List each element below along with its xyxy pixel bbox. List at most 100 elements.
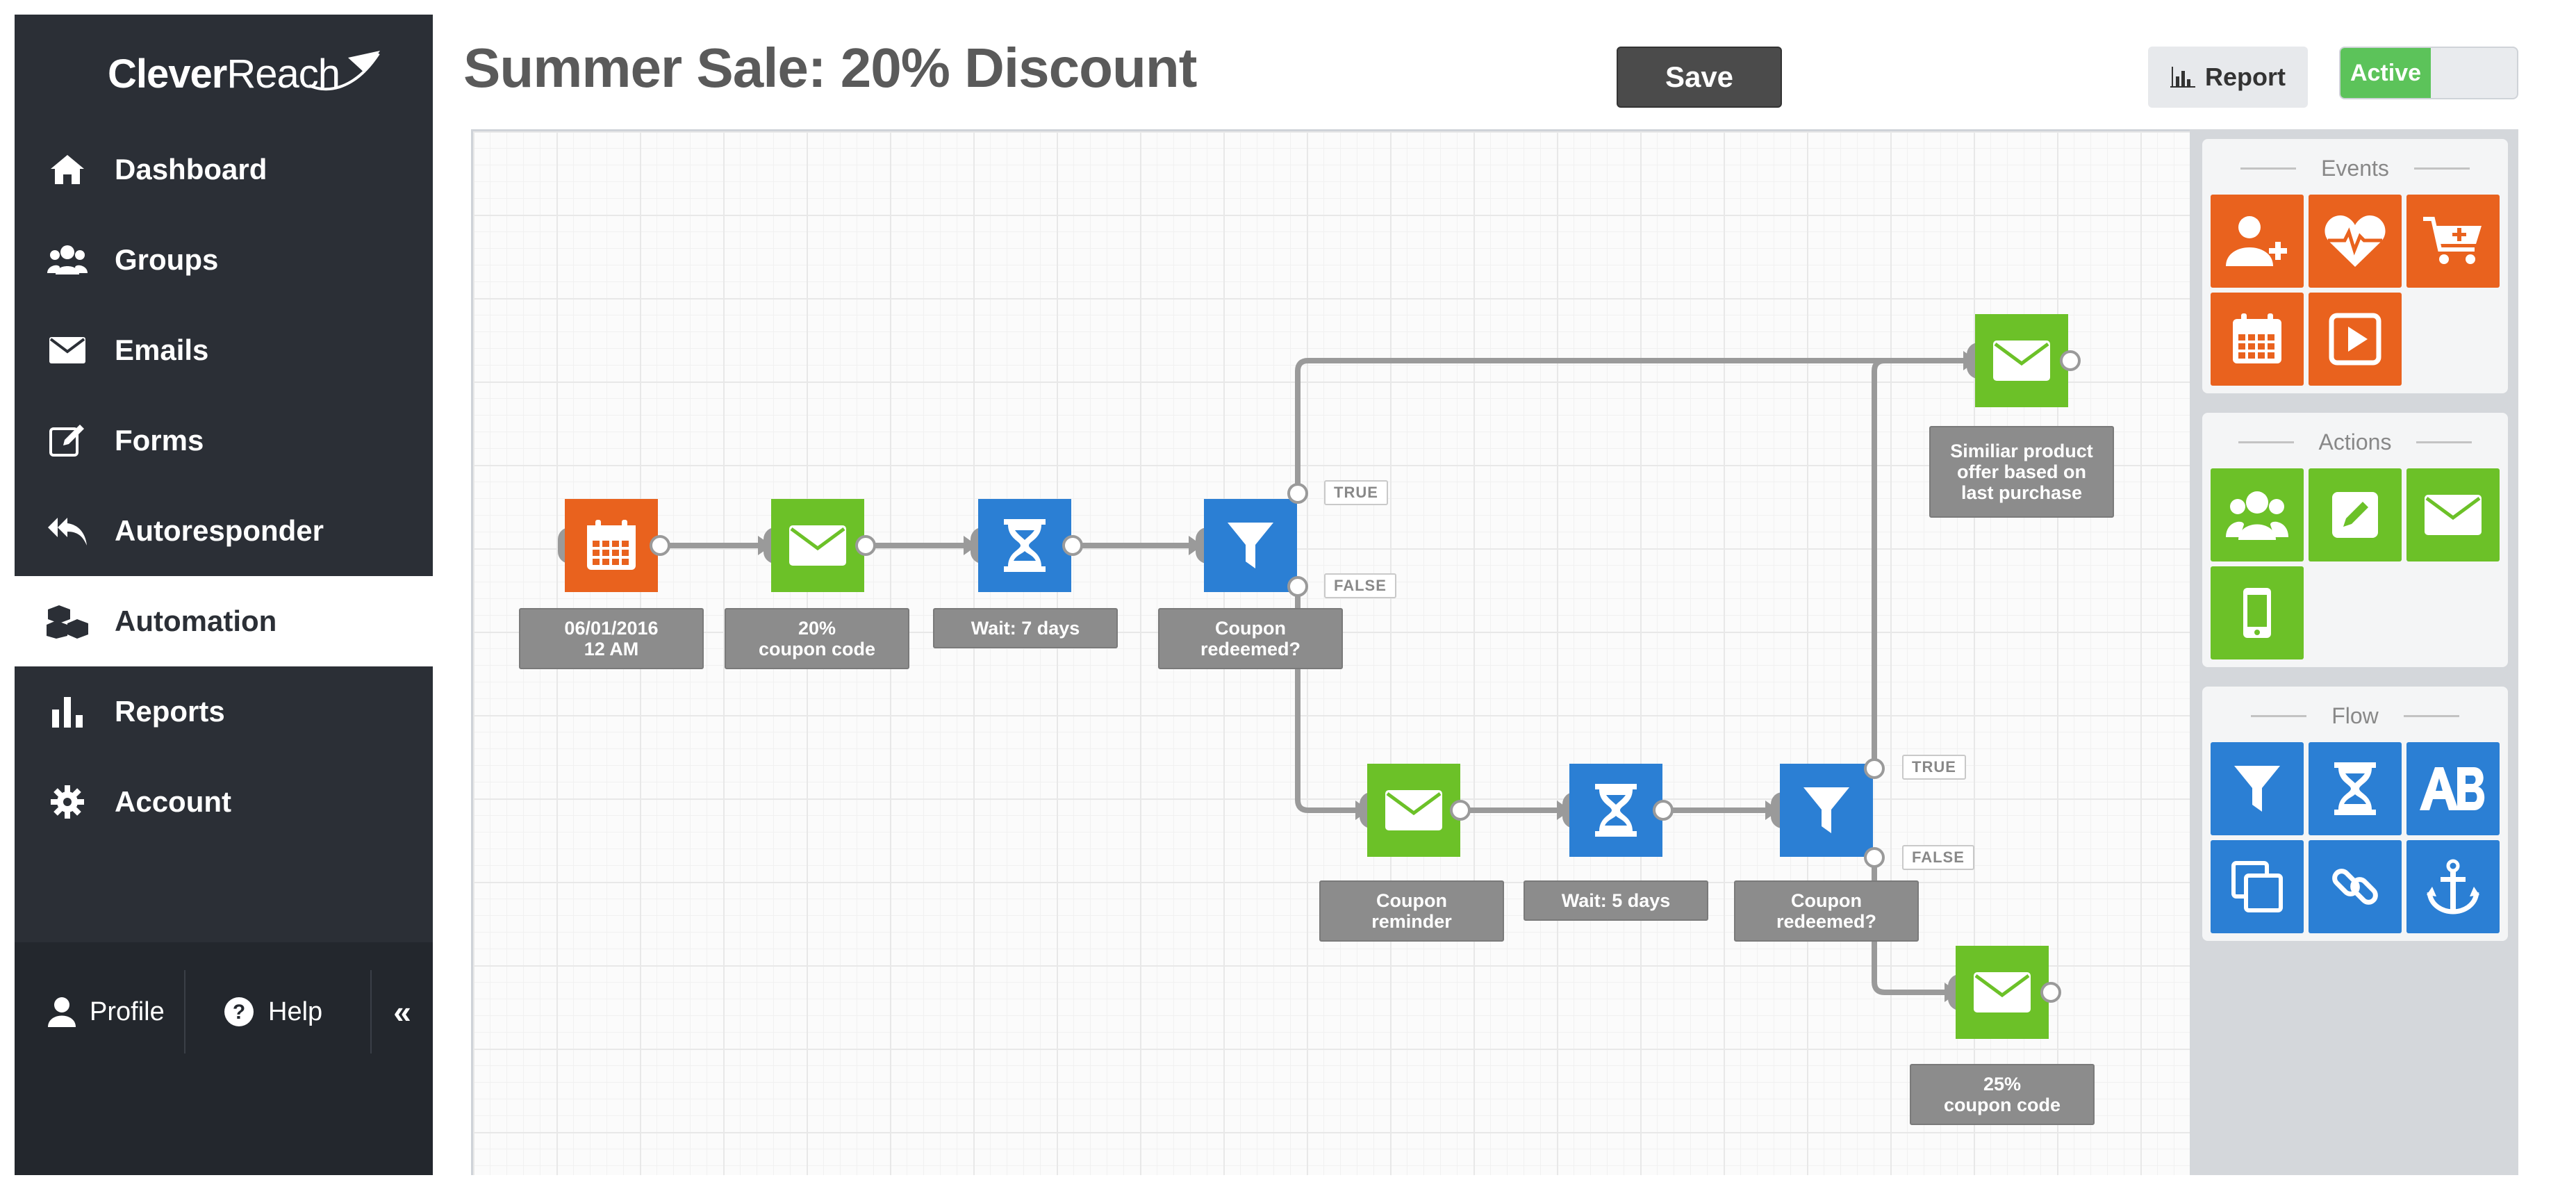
palette-ab-test-flow[interactable]: [2406, 742, 2500, 835]
report-button[interactable]: Report: [2148, 47, 2308, 108]
palette-sms-action[interactable]: [2211, 566, 2304, 659]
palette-link-flow[interactable]: [2309, 840, 2402, 933]
filter-icon: [2234, 766, 2280, 812]
user-add-icon: [2226, 216, 2287, 266]
output-port[interactable]: [1450, 800, 1471, 821]
node-wait-5-days[interactable]: [1569, 764, 1662, 857]
sidebar-footer: Profile ? Help «: [15, 942, 433, 1175]
sidebar-item-forms[interactable]: Forms: [15, 395, 433, 486]
workflow-canvas[interactable]: 06/01/2016 12 AM 20% coupon code Wait: 7…: [471, 129, 2190, 1175]
node-label: 06/01/2016 12 AM: [519, 608, 704, 669]
node-label: 20% coupon code: [725, 608, 909, 669]
collapse-sidebar-button[interactable]: «: [372, 970, 433, 1053]
node-label: 25% coupon code: [1910, 1064, 2095, 1125]
palette-copy-flow[interactable]: [2211, 840, 2304, 933]
true-badge: TRUE: [1324, 480, 1388, 505]
hourglass-icon: [1004, 519, 1046, 572]
node-wait-7-days[interactable]: [978, 499, 1071, 592]
true-output-port[interactable]: [1864, 758, 1885, 779]
node-date-trigger[interactable]: [565, 499, 658, 592]
output-port[interactable]: [2060, 350, 2081, 371]
false-output-port[interactable]: [1864, 847, 1885, 868]
palette-group-action[interactable]: [2211, 468, 2304, 561]
sidebar-item-label: Emails: [115, 334, 209, 366]
help-button[interactable]: ? Help: [185, 970, 372, 1053]
envelope-icon: [1993, 341, 2050, 381]
node-label: Wait: 7 days: [933, 608, 1118, 648]
palette-cart-event[interactable]: [2406, 195, 2500, 288]
palette-anchor-flow[interactable]: [2406, 840, 2500, 933]
palette-video-event[interactable]: [2309, 293, 2402, 386]
active-toggle-label: Active: [2340, 48, 2431, 98]
home-icon: [47, 149, 88, 190]
node-email-25-coupon[interactable]: [1956, 946, 2049, 1039]
ab-test-icon: [2420, 767, 2485, 810]
palette-edit-action[interactable]: [2309, 468, 2402, 561]
palette-date-event[interactable]: [2211, 293, 2304, 386]
element-palette: Events Actions Flow: [2190, 129, 2518, 1175]
help-label: Help: [268, 997, 323, 1026]
output-port[interactable]: [2040, 982, 2061, 1003]
node-label: Coupon reminder: [1319, 880, 1504, 942]
sidebar-item-label: Forms: [115, 424, 204, 457]
copy-icon: [2231, 861, 2283, 912]
actions-title: Actions: [2202, 423, 2508, 461]
hourglass-icon: [2334, 762, 2376, 815]
user-icon: [48, 997, 76, 1027]
envelope-icon: [2425, 495, 2482, 535]
sidebar-item-emails[interactable]: Emails: [15, 305, 433, 395]
node-label: Wait: 5 days: [1524, 880, 1708, 921]
filter-icon: [1803, 787, 1849, 833]
users-icon: [47, 239, 88, 281]
output-port[interactable]: [650, 535, 670, 556]
link-icon: [2332, 869, 2378, 905]
false-output-port[interactable]: [1287, 576, 1308, 597]
anchor-icon: [2427, 859, 2479, 915]
node-email-coupon[interactable]: [771, 499, 864, 592]
sidebar-item-groups[interactable]: Groups: [15, 215, 433, 305]
flow-panel: Flow: [2202, 687, 2508, 941]
false-badge: FALSE: [1902, 845, 1974, 870]
events-title: Events: [2202, 149, 2508, 188]
app-window: CleverReach Dashboard Groups Emails Form…: [0, 0, 2576, 1189]
output-port[interactable]: [1653, 800, 1674, 821]
sidebar-item-dashboard[interactable]: Dashboard: [15, 124, 433, 215]
output-port[interactable]: [855, 535, 876, 556]
logo[interactable]: CleverReach: [15, 28, 433, 119]
save-button[interactable]: Save: [1617, 47, 1782, 108]
flow-title: Flow: [2202, 696, 2508, 735]
paper-plane-icon: [308, 51, 380, 91]
sidebar-item-autoresponder[interactable]: Autoresponder: [15, 486, 433, 576]
active-toggle[interactable]: Active: [2339, 47, 2518, 99]
node-label: Coupon redeemed?: [1734, 880, 1919, 942]
palette-subscribe-event[interactable]: [2211, 195, 2304, 288]
palette-health-event[interactable]: [2309, 195, 2402, 288]
envelope-icon: [1385, 790, 1442, 830]
true-output-port[interactable]: [1287, 483, 1308, 504]
false-badge: FALSE: [1324, 573, 1396, 598]
sidebar-item-label: Groups: [115, 243, 219, 276]
sidebar-item-account[interactable]: Account: [15, 757, 433, 847]
palette-wait-flow[interactable]: [2309, 742, 2402, 835]
chevrons-left-icon: «: [393, 994, 411, 1030]
actions-panel: Actions: [2202, 413, 2508, 667]
profile-button[interactable]: Profile: [15, 970, 185, 1053]
users-icon: [2226, 491, 2288, 540]
node-email-similar-product[interactable]: [1975, 314, 2068, 407]
envelope-icon: [789, 525, 846, 566]
node-condition-coupon-redeemed-2[interactable]: [1780, 764, 1873, 857]
palette-condition-flow[interactable]: [2211, 742, 2304, 835]
pencil-icon: [2332, 492, 2378, 538]
node-email-coupon-reminder[interactable]: [1367, 764, 1460, 857]
sidebar-item-label: Reports: [115, 695, 225, 728]
node-condition-coupon-redeemed[interactable]: [1204, 499, 1297, 592]
cubes-icon: [47, 600, 88, 642]
play-icon: [2329, 313, 2381, 366]
connector-true-1: [1295, 358, 1963, 496]
sidebar-item-automation[interactable]: Automation: [15, 576, 433, 666]
sidebar-item-label: Account: [115, 785, 231, 818]
sidebar-item-reports[interactable]: Reports: [15, 666, 433, 757]
palette-email-action[interactable]: [2406, 468, 2500, 561]
output-port[interactable]: [1062, 535, 1083, 556]
sidebar: CleverReach Dashboard Groups Emails Form…: [15, 15, 433, 1175]
